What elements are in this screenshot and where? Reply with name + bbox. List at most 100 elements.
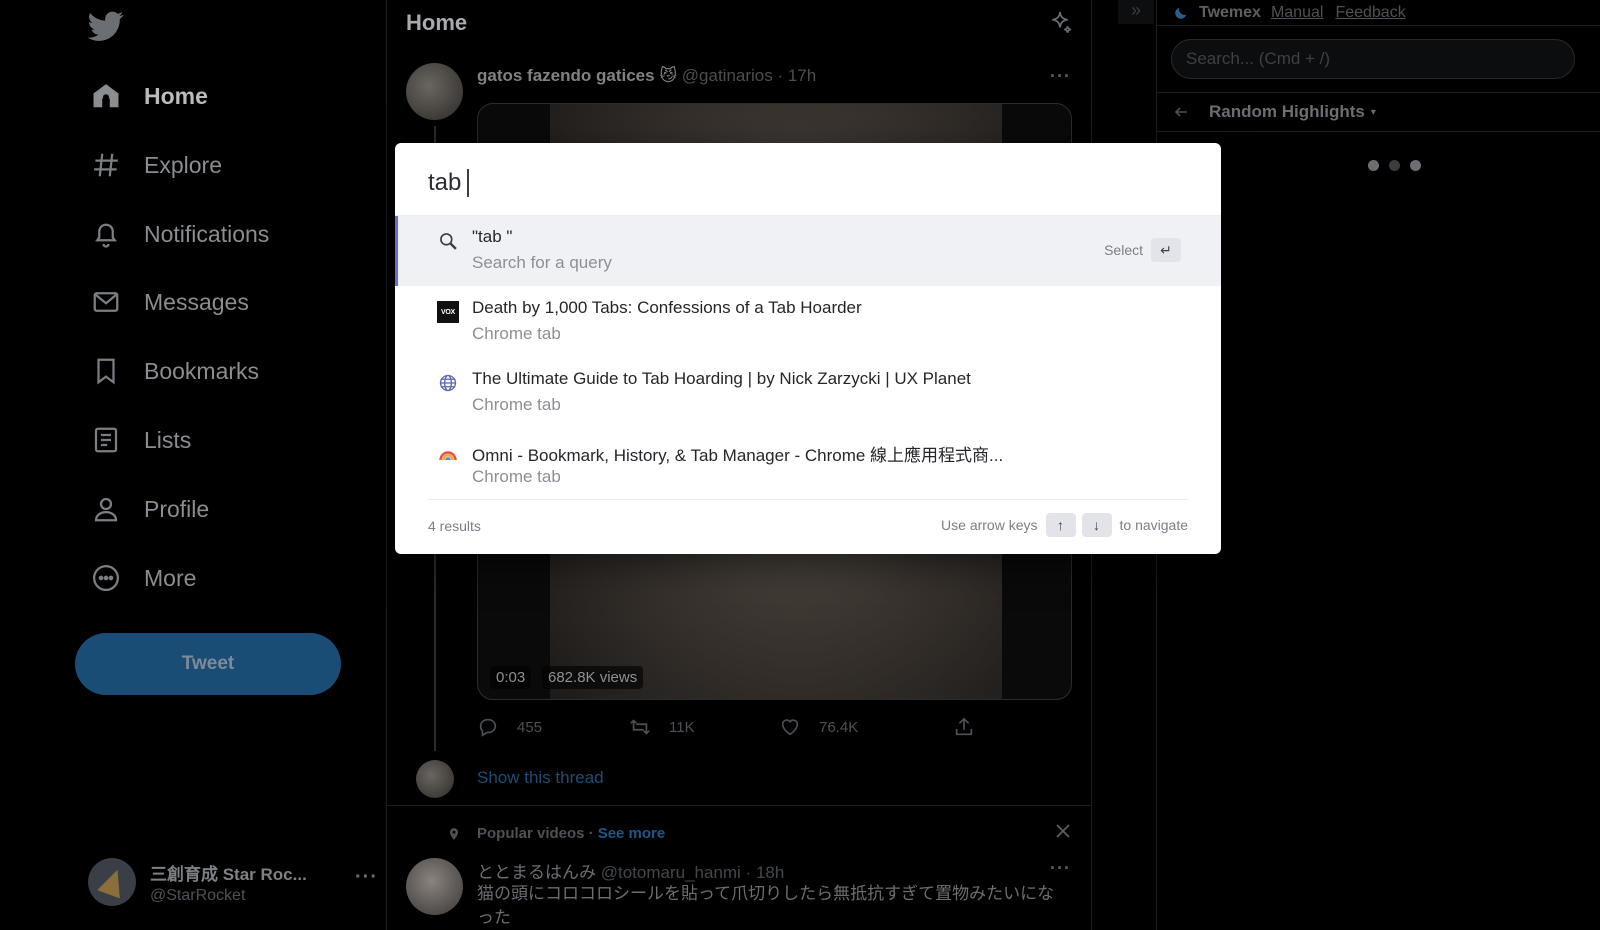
popular-videos-header: Popular videos · See more (447, 825, 665, 842)
close-icon[interactable] (1055, 823, 1071, 839)
loading-dot (1389, 160, 1400, 171)
result-item-search[interactable]: "tab " Search for a query Select ↵ (395, 216, 1221, 286)
loading-dot (1368, 160, 1379, 171)
nav-hint-suffix: to navigate (1119, 517, 1189, 533)
tweet2-author-name[interactable]: ととまるはんみ (477, 863, 596, 882)
manual-link[interactable]: Manual (1271, 4, 1323, 22)
nav-home[interactable]: Home (90, 70, 208, 122)
see-more-link[interactable]: See more (598, 825, 666, 842)
nav-hint-prefix: Use arrow keys (941, 517, 1038, 533)
bookmark-icon (90, 355, 122, 387)
account-handle: @StarRocket (150, 886, 246, 904)
highlights-header: Random Highlights ▾ (1157, 92, 1600, 132)
moon-icon[interactable] (1173, 5, 1189, 21)
like-count: 76.4K (819, 718, 859, 736)
account-more-icon[interactable]: ··· (355, 866, 378, 889)
tweet2-text: 猫の頭にコロコロシールを貼って爪切りしたら無抵抗すぎて置物みたいになった (477, 884, 1055, 927)
tweet-more-icon[interactable]: ··· (1050, 66, 1071, 87)
highlights-dropdown[interactable]: Random Highlights (1209, 102, 1365, 122)
twemex-title: Twemex (1199, 3, 1261, 21)
tweet2-more-icon[interactable]: ··· (1050, 858, 1071, 879)
omni-icon (437, 444, 459, 466)
tweet-button[interactable]: Tweet (75, 633, 341, 695)
reply-button[interactable]: 455 (477, 716, 542, 738)
more-circle-icon (90, 562, 122, 594)
tweet-header: gatos fazendo gatices 😼 @gatinarios · 17… (477, 66, 816, 86)
result-subtitle: Chrome tab (472, 395, 561, 414)
navigation-hint: Use arrow keys ↑ ↓ to navigate (941, 513, 1188, 537)
result-title: Omni - Bookmark, History, & Tab Manager … (472, 446, 1004, 465)
result-count: 4 results (428, 518, 481, 534)
result-item-tab[interactable]: VOX Death by 1,000 Tabs: Confessions of … (395, 287, 1221, 357)
home-icon (90, 80, 122, 112)
retweet-count: 11K (669, 718, 695, 736)
left-sidebar: Home Explore Notifications Messages Book… (0, 0, 386, 930)
nav-bookmarks[interactable]: Bookmarks (90, 345, 259, 397)
like-button[interactable]: 76.4K (779, 716, 858, 738)
divider (428, 499, 1188, 500)
collapse-sidebar-button[interactable]: » (1118, 0, 1154, 24)
video-views: 682.8K views (542, 666, 644, 689)
tweet2-author-avatar[interactable] (406, 858, 463, 915)
divider (387, 805, 1091, 806)
account-switcher[interactable]: 三創育成 Star Roc... @StarRocket ··· (88, 852, 378, 912)
enter-key-icon: ↵ (1151, 238, 1181, 262)
share-icon (955, 717, 973, 736)
nav-profile[interactable]: Profile (90, 483, 209, 535)
twemex-header: Twemex Manual Feedback (1157, 0, 1600, 26)
result-title: The Ultimate Guide to Tab Hoarding | by … (472, 369, 971, 388)
thread-avatar (416, 760, 454, 798)
nav-label: Home (144, 82, 208, 109)
nav-more[interactable]: More (90, 552, 196, 604)
result-subtitle: Chrome tab (472, 324, 561, 343)
avatar (88, 858, 136, 906)
nav-messages[interactable]: Messages (90, 276, 249, 328)
share-button[interactable] (953, 716, 993, 738)
loading-indicator (1368, 160, 1421, 171)
twitter-logo-icon[interactable] (88, 8, 124, 44)
tweet2-author-handle[interactable]: @totomaru_hanmi · 18h (601, 863, 785, 882)
tweet-author-name[interactable]: gatos fazendo gatices 😼 (477, 66, 677, 85)
search-icon (437, 230, 459, 252)
reply-count: 455 (517, 718, 543, 736)
reply-icon (479, 718, 497, 737)
retweet-button[interactable]: 11K (629, 716, 695, 738)
text-cursor (467, 169, 470, 197)
result-item-tab[interactable]: Omni - Bookmark, History, & Tab Manager … (395, 430, 1221, 500)
nav-explore[interactable]: Explore (90, 139, 222, 191)
page-title: Home (406, 10, 468, 35)
nav-label: Bookmarks (144, 357, 260, 384)
arrow-up-key-icon: ↑ (1045, 513, 1076, 537)
nav-label: Profile (144, 495, 210, 522)
tweet2-header: ととまるはんみ @totomaru_hanmi · 18h (477, 858, 784, 883)
nav-notifications[interactable]: Notifications (90, 208, 269, 260)
twemex-panel: Twemex Manual Feedback Search... (Cmd + … (1156, 0, 1600, 930)
mail-icon (90, 286, 122, 318)
video-duration: 0:03 (490, 666, 532, 689)
result-subtitle: Chrome tab (472, 467, 561, 486)
twemex-search-input[interactable]: Search... (Cmd + /) (1171, 39, 1575, 79)
popular-videos-label: Popular videos · (477, 825, 594, 842)
chevron-down-icon[interactable]: ▾ (1371, 107, 1376, 118)
sparkle-icon[interactable] (1047, 10, 1073, 36)
tweet-author-avatar[interactable] (406, 63, 463, 120)
vox-favicon-icon: VOX (437, 301, 459, 323)
loading-dot (1410, 160, 1421, 171)
bell-icon (90, 218, 122, 250)
show-thread-link[interactable]: Show this thread (477, 768, 604, 788)
nav-lists[interactable]: Lists (90, 414, 191, 466)
nav-label: Explore (144, 151, 222, 178)
tweet-author-handle[interactable]: @gatinarios · 17h (682, 66, 816, 85)
feedback-link[interactable]: Feedback (1335, 4, 1405, 22)
palette-search-input[interactable]: tab (428, 161, 470, 205)
result-item-tab[interactable]: The Ultimate Guide to Tab Hoarding | by … (395, 358, 1221, 428)
globe-icon (437, 372, 459, 394)
arrow-left-icon[interactable] (1173, 104, 1189, 120)
nav-label: Messages (144, 288, 249, 315)
result-title: Death by 1,000 Tabs: Confessions of a Ta… (472, 298, 862, 317)
select-hint: Select ↵ (1104, 238, 1181, 262)
select-label: Select (1104, 242, 1143, 258)
location-pin-icon (449, 827, 459, 840)
nav-label: Notifications (144, 220, 270, 247)
arrow-down-key-icon: ↓ (1081, 513, 1112, 537)
